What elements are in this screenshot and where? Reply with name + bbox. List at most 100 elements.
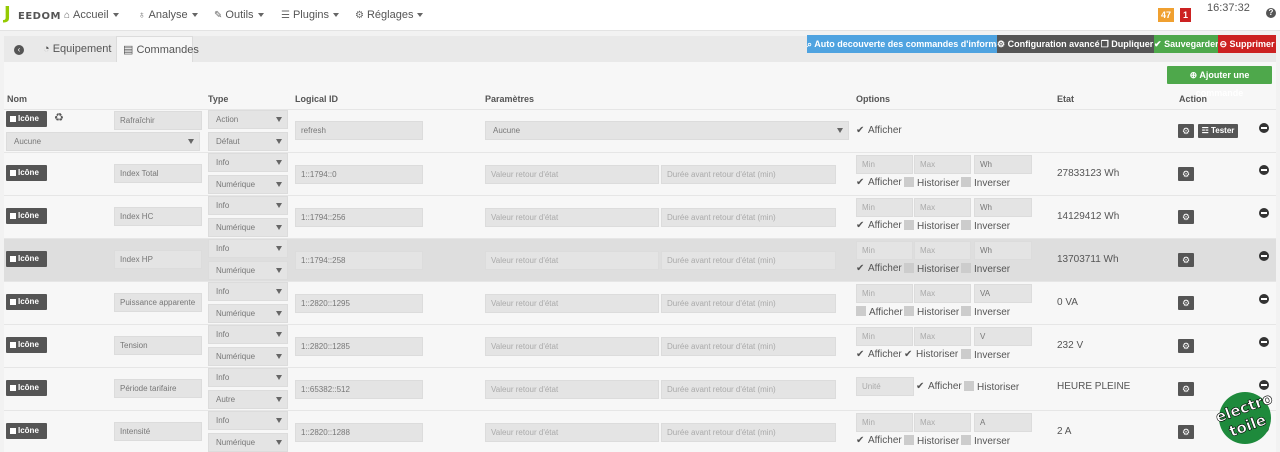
valeur-retour-input[interactable]: Valeur retour d'état [485, 380, 659, 399]
icon-picker-button[interactable]: Icône [6, 294, 47, 310]
type-select[interactable]: Info [208, 325, 288, 344]
afficher-checkbox[interactable]: ✔ Afficher [856, 177, 902, 188]
subtype-select[interactable]: Numérique [208, 347, 288, 366]
unit-input[interactable]: V [974, 327, 1032, 346]
unit-input[interactable]: Unité [856, 377, 914, 396]
duree-retour-input[interactable]: Durée avant retour d'état (min) [661, 208, 836, 227]
remove-command-icon[interactable] [1259, 123, 1269, 133]
command-name-input[interactable]: Période tarifaire [114, 379, 202, 398]
duplicate-button[interactable]: ❐ Dupliquer [1100, 35, 1154, 53]
command-name-input[interactable]: Index HC [114, 207, 202, 226]
type-select[interactable]: Info [208, 239, 288, 258]
nav-reglages[interactable]: ⚙ Réglages [355, 9, 424, 21]
remove-command-icon[interactable] [1259, 251, 1269, 261]
remove-command-icon[interactable] [1259, 208, 1269, 218]
unit-input[interactable]: A [974, 413, 1032, 432]
inverser-checkbox[interactable]: Inverser [961, 435, 1010, 447]
nav-outils[interactable]: ✎ Outils [214, 9, 264, 21]
icon-picker-button[interactable]: Icône [6, 251, 47, 267]
historiser-checkbox[interactable]: Historiser [904, 177, 959, 189]
duree-retour-input[interactable]: Durée avant retour d'état (min) [661, 165, 836, 184]
unit-input[interactable]: VA [974, 284, 1032, 303]
configure-button[interactable]: ⚙ [1178, 382, 1194, 396]
icon-picker-button[interactable]: Icône [6, 208, 47, 224]
inverser-checkbox[interactable]: Inverser [961, 306, 1010, 318]
duree-retour-input[interactable]: Durée avant retour d'état (min) [661, 380, 836, 399]
logical-id-input[interactable]: 1::1794::258 [295, 251, 423, 270]
alert-badge[interactable]: 1 [1180, 8, 1192, 22]
inverser-checkbox[interactable]: Inverser [961, 349, 1010, 361]
min-input[interactable]: Min [856, 241, 913, 260]
command-name-input[interactable]: Index Total [114, 164, 202, 183]
remove-command-icon[interactable] [1259, 294, 1269, 304]
nav-accueil[interactable]: ⌂ Accueil [64, 9, 119, 21]
delete-button[interactable]: ⊖ Supprimer [1218, 35, 1276, 53]
logical-id-input[interactable]: 1::2820::1285 [295, 337, 423, 356]
max-input[interactable]: Max [914, 241, 971, 260]
min-input[interactable]: Min [856, 155, 913, 174]
back-button[interactable]: ‹ [8, 36, 30, 62]
logical-id-input[interactable]: 1::1794::256 [295, 208, 423, 227]
icon-picker-button[interactable]: Icône [6, 165, 47, 181]
afficher-checkbox[interactable]: ✔ Afficher [856, 263, 902, 274]
configure-button[interactable]: ⚙ [1178, 296, 1194, 310]
autodetect-button[interactable]: ⌕ Auto decouverte des commandes d'inform… [807, 35, 1018, 53]
test-button[interactable]: ☲ Tester [1198, 124, 1238, 138]
message-badge[interactable]: 47 [1158, 8, 1175, 22]
add-command-button[interactable]: ⊕ Ajouter une commande [1167, 66, 1272, 98]
icon-picker-button[interactable]: Icône [6, 337, 47, 353]
valeur-retour-input[interactable]: Valeur retour d'état [485, 423, 659, 442]
duree-retour-input[interactable]: Durée avant retour d'état (min) [661, 337, 836, 356]
subtype-select[interactable]: Numérique [208, 304, 288, 323]
subtype-select[interactable]: Numérique [208, 218, 288, 237]
command-name-input[interactable]: Index HP [114, 250, 202, 269]
type-select[interactable]: Action [208, 110, 288, 129]
command-name-input[interactable]: Rafraîchir [114, 111, 202, 130]
max-input[interactable]: Max [914, 155, 971, 174]
type-select[interactable]: Info [208, 368, 288, 387]
duree-retour-input[interactable]: Durée avant retour d'état (min) [661, 423, 836, 442]
save-button[interactable]: ✔ Sauvegarder [1154, 35, 1219, 53]
min-input[interactable]: Min [856, 198, 913, 217]
type-select[interactable]: Info [208, 153, 288, 172]
afficher-checkbox[interactable]: ✔ Afficher [856, 125, 902, 136]
unit-input[interactable]: Wh [974, 198, 1032, 217]
tab-equipement[interactable]: ◔ Equipement [37, 36, 117, 62]
historiser-checkbox[interactable]: Historiser [904, 263, 959, 275]
advanced-config-button[interactable]: ⚙ Configuration avancée [997, 35, 1105, 53]
nav-analyse[interactable]: ♁ Analyse [138, 9, 198, 21]
icon-picker-button[interactable]: Icône [6, 380, 47, 396]
historiser-checkbox[interactable]: Historiser [904, 220, 959, 232]
max-input[interactable]: Max [914, 413, 971, 432]
min-input[interactable]: Min [856, 284, 913, 303]
historiser-checkbox[interactable]: Historiser [904, 435, 959, 447]
subtype-select[interactable]: Numérique [208, 261, 288, 280]
min-input[interactable]: Min [856, 413, 913, 432]
icon-picker-button[interactable]: Icône [6, 423, 47, 439]
parametres-select[interactable]: Aucune [485, 121, 849, 140]
duree-retour-input[interactable]: Durée avant retour d'état (min) [661, 294, 836, 313]
subtype-select[interactable]: Numérique [208, 433, 288, 452]
historiser-checkbox[interactable]: ✔ Historiser [904, 349, 958, 360]
afficher-checkbox[interactable]: Afficher [856, 306, 903, 318]
configure-button[interactable]: ⚙ [1178, 339, 1194, 353]
valeur-retour-input[interactable]: Valeur retour d'état [485, 337, 659, 356]
command-name-input[interactable]: Puissance apparente [114, 293, 202, 312]
configure-button[interactable]: ⚙ [1178, 124, 1194, 138]
command-name-input[interactable]: Intensité [114, 422, 202, 441]
inverser-checkbox[interactable]: Inverser [961, 263, 1010, 275]
jeedom-logo[interactable]: J EEDOM [4, 3, 60, 27]
remove-command-icon[interactable] [1259, 165, 1269, 175]
logical-id-input[interactable]: 1::2820::1288 [295, 423, 423, 442]
type-select[interactable]: Info [208, 282, 288, 301]
logical-id-input[interactable]: 1::2820::1295 [295, 294, 423, 313]
subtype-select[interactable]: Défaut [208, 132, 288, 151]
tab-commandes[interactable]: ▤ Commandes [116, 36, 199, 62]
duree-retour-input[interactable]: Durée avant retour d'état (min) [661, 251, 836, 270]
unit-input[interactable]: Wh [974, 155, 1032, 174]
subtype-select[interactable]: Numérique [208, 175, 288, 194]
valeur-retour-input[interactable]: Valeur retour d'état [485, 208, 659, 227]
afficher-checkbox[interactable]: ✔ Afficher [856, 435, 902, 446]
logical-id-input[interactable]: refresh [295, 121, 423, 140]
inverser-checkbox[interactable]: Inverser [961, 220, 1010, 232]
